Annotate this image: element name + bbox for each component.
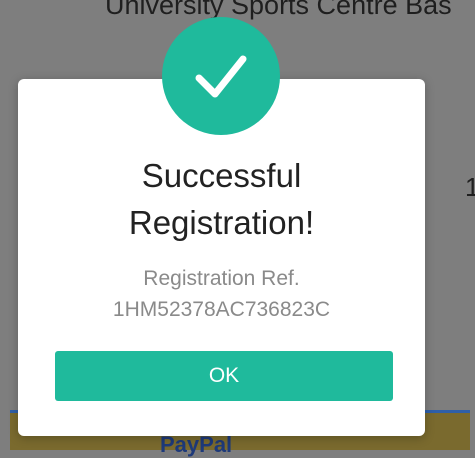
success-check-badge: [162, 17, 280, 135]
registration-ref-value: 1HM52378AC736823C: [112, 298, 331, 321]
modal-title-line-1: Successful: [141, 157, 302, 194]
modal-title: Successful Registration!: [18, 152, 425, 246]
registration-reference: Registration Ref. 1HM52378AC736823C: [18, 263, 425, 325]
checkmark-icon: [195, 55, 247, 98]
modal-title-line-2: Registration!: [128, 204, 315, 241]
page-title: University Sports Centre Bas: [105, 0, 452, 20]
registration-ref-label: Registration Ref.: [143, 267, 300, 290]
ok-button[interactable]: OK: [55, 351, 393, 401]
background-text-fragment: 1: [465, 172, 475, 202]
